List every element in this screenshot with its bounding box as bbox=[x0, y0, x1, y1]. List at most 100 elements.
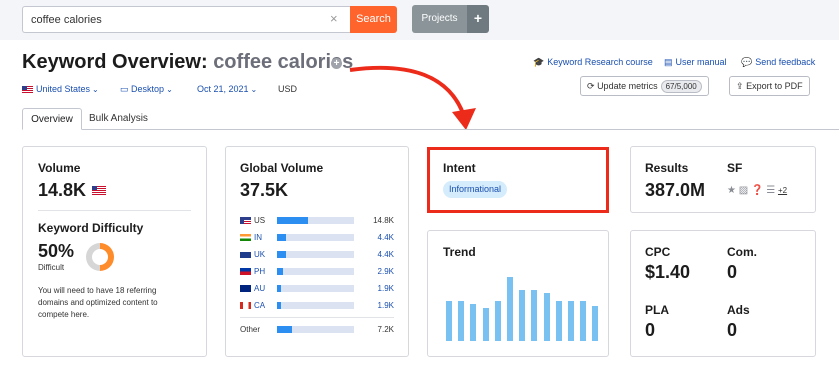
graduation-cap-icon: 🎓 bbox=[533, 57, 545, 67]
country-selector-label: United States bbox=[36, 84, 91, 94]
tabs-divider bbox=[22, 129, 839, 130]
export-icon: ⇪ bbox=[736, 81, 744, 91]
country-volume[interactable]: 1.9K bbox=[378, 284, 394, 293]
volume-title: Volume bbox=[38, 161, 81, 175]
country-bar-track bbox=[277, 326, 354, 333]
trend-bar[interactable] bbox=[483, 308, 489, 341]
export-pdf-button[interactable]: ⇪ Export to PDF bbox=[729, 76, 810, 96]
country-volume[interactable]: 14.8K bbox=[373, 216, 394, 225]
page-title-prefix: Keyword Overview: bbox=[22, 51, 208, 73]
country-bar-track bbox=[277, 251, 354, 258]
trend-bar[interactable] bbox=[580, 301, 586, 341]
trend-bar[interactable] bbox=[592, 306, 598, 341]
search-button[interactable]: Search bbox=[350, 6, 397, 33]
trend-bar[interactable] bbox=[544, 293, 550, 341]
global-volume-title: Global Volume bbox=[240, 161, 324, 175]
add-project-button[interactable]: + bbox=[467, 5, 489, 33]
speech-bubble-icon: 💬 bbox=[741, 57, 753, 67]
country-bar-fill bbox=[277, 302, 281, 309]
ads-title: Ads bbox=[727, 303, 750, 317]
tab-bulk-analysis[interactable]: Bulk Analysis bbox=[89, 113, 148, 124]
competition-title: Com. bbox=[727, 245, 757, 259]
search-input[interactable]: coffee calories bbox=[22, 6, 350, 33]
review-icon: ☰ bbox=[766, 185, 776, 196]
chevron-down-icon: ⌄ bbox=[92, 85, 99, 94]
country-code[interactable]: UK bbox=[254, 250, 265, 259]
trend-title: Trend bbox=[443, 245, 476, 259]
country-selector[interactable]: United States ⌄ bbox=[22, 84, 99, 94]
trend-bar[interactable] bbox=[568, 301, 574, 341]
user-manual-label: User manual bbox=[675, 57, 727, 67]
country-row-other: Other 7.2K bbox=[240, 324, 400, 335]
date-selector-label: Oct 21, 2021 bbox=[197, 84, 249, 94]
clear-search-icon[interactable]: × bbox=[330, 11, 338, 26]
country-code: Other bbox=[240, 325, 261, 334]
image-icon: ▨ bbox=[738, 185, 749, 196]
send-feedback-label: Send feedback bbox=[755, 57, 816, 67]
export-pdf-label: Export to PDF bbox=[746, 81, 803, 91]
country-bar-fill bbox=[277, 251, 287, 258]
country-row: CA 1.9K bbox=[240, 300, 400, 311]
results-title: Results bbox=[645, 161, 689, 175]
volume-value: 14.8K bbox=[38, 180, 87, 200]
us-flag-icon bbox=[22, 86, 33, 94]
trend-bar[interactable] bbox=[446, 301, 452, 341]
trend-bar[interactable] bbox=[495, 301, 501, 341]
question-icon: ❓ bbox=[750, 185, 764, 196]
country-bar-fill bbox=[277, 268, 284, 275]
country-bar-fill bbox=[277, 285, 281, 292]
page-title: Keyword Overview: coffee calories bbox=[22, 51, 353, 74]
kd-description-line-2: domains and optimized content to bbox=[38, 298, 158, 307]
country-list-divider bbox=[240, 317, 394, 318]
pla-title: PLA bbox=[645, 303, 669, 317]
trend-bar[interactable] bbox=[531, 290, 537, 341]
currency-label: USD bbox=[278, 84, 298, 94]
desktop-icon: ▭ bbox=[120, 84, 129, 94]
user-manual-link[interactable]: ▤ User manual bbox=[664, 57, 727, 68]
pla-value: 0 bbox=[645, 320, 656, 340]
country-flag-icon bbox=[240, 251, 251, 258]
country-volume[interactable]: 1.9K bbox=[378, 301, 394, 310]
send-feedback-link[interactable]: 💬 Send feedback bbox=[741, 57, 815, 68]
country-volume[interactable]: 4.4K bbox=[378, 233, 394, 242]
country-flag-icon bbox=[240, 234, 251, 241]
date-selector[interactable]: Oct 21, 2021 ⌄ bbox=[197, 84, 257, 94]
country-code[interactable]: CA bbox=[254, 301, 265, 310]
country-bar-track bbox=[277, 217, 354, 224]
device-selector[interactable]: ▭ Desktop ⌄ bbox=[120, 84, 173, 95]
keyword-research-course-link[interactable]: 🎓 Keyword Research course bbox=[533, 57, 653, 68]
country-flag-icon bbox=[240, 302, 251, 309]
country-flag-icon bbox=[240, 268, 251, 275]
annotation-arrow-line bbox=[349, 65, 466, 117]
trend-bar[interactable] bbox=[519, 290, 525, 341]
chevron-down-icon: ⌄ bbox=[250, 85, 258, 94]
country-row: PH 2.9K bbox=[240, 266, 400, 277]
country-code[interactable]: US bbox=[254, 216, 265, 225]
annotation-highlight-box bbox=[427, 147, 609, 213]
country-row: IN 4.4K bbox=[240, 232, 400, 243]
card-divider bbox=[38, 210, 191, 211]
annotation-arrow bbox=[349, 65, 476, 130]
country-bar-track bbox=[277, 285, 354, 292]
country-code[interactable]: PH bbox=[254, 267, 265, 276]
refresh-icon: ⟳ bbox=[587, 81, 595, 91]
trend-bar[interactable] bbox=[470, 304, 476, 341]
tab-overview[interactable]: Overview bbox=[22, 108, 82, 130]
kd-description-line-3: compete here. bbox=[38, 310, 90, 319]
country-volume[interactable]: 2.9K bbox=[378, 267, 394, 276]
star-icon: ★ bbox=[727, 185, 736, 196]
update-metrics-button[interactable]: ⟳ Update metrics 67/5,000 bbox=[580, 76, 709, 96]
update-metrics-label: Update metrics bbox=[597, 81, 658, 91]
trend-bar[interactable] bbox=[556, 301, 562, 341]
quota-badge: 67/5,000 bbox=[660, 80, 702, 93]
projects-button[interactable]: Projects bbox=[412, 5, 467, 33]
country-flag-icon bbox=[240, 217, 251, 224]
country-code[interactable]: IN bbox=[254, 233, 262, 242]
country-code[interactable]: AU bbox=[254, 284, 265, 293]
trend-bar[interactable] bbox=[458, 301, 464, 341]
annotation-arrowhead bbox=[452, 108, 476, 130]
results-value: 387.0M bbox=[645, 180, 706, 200]
country-volume[interactable]: 4.4K bbox=[378, 250, 394, 259]
trend-bar[interactable] bbox=[507, 277, 513, 341]
sf-more-link[interactable]: +2 bbox=[778, 186, 787, 195]
